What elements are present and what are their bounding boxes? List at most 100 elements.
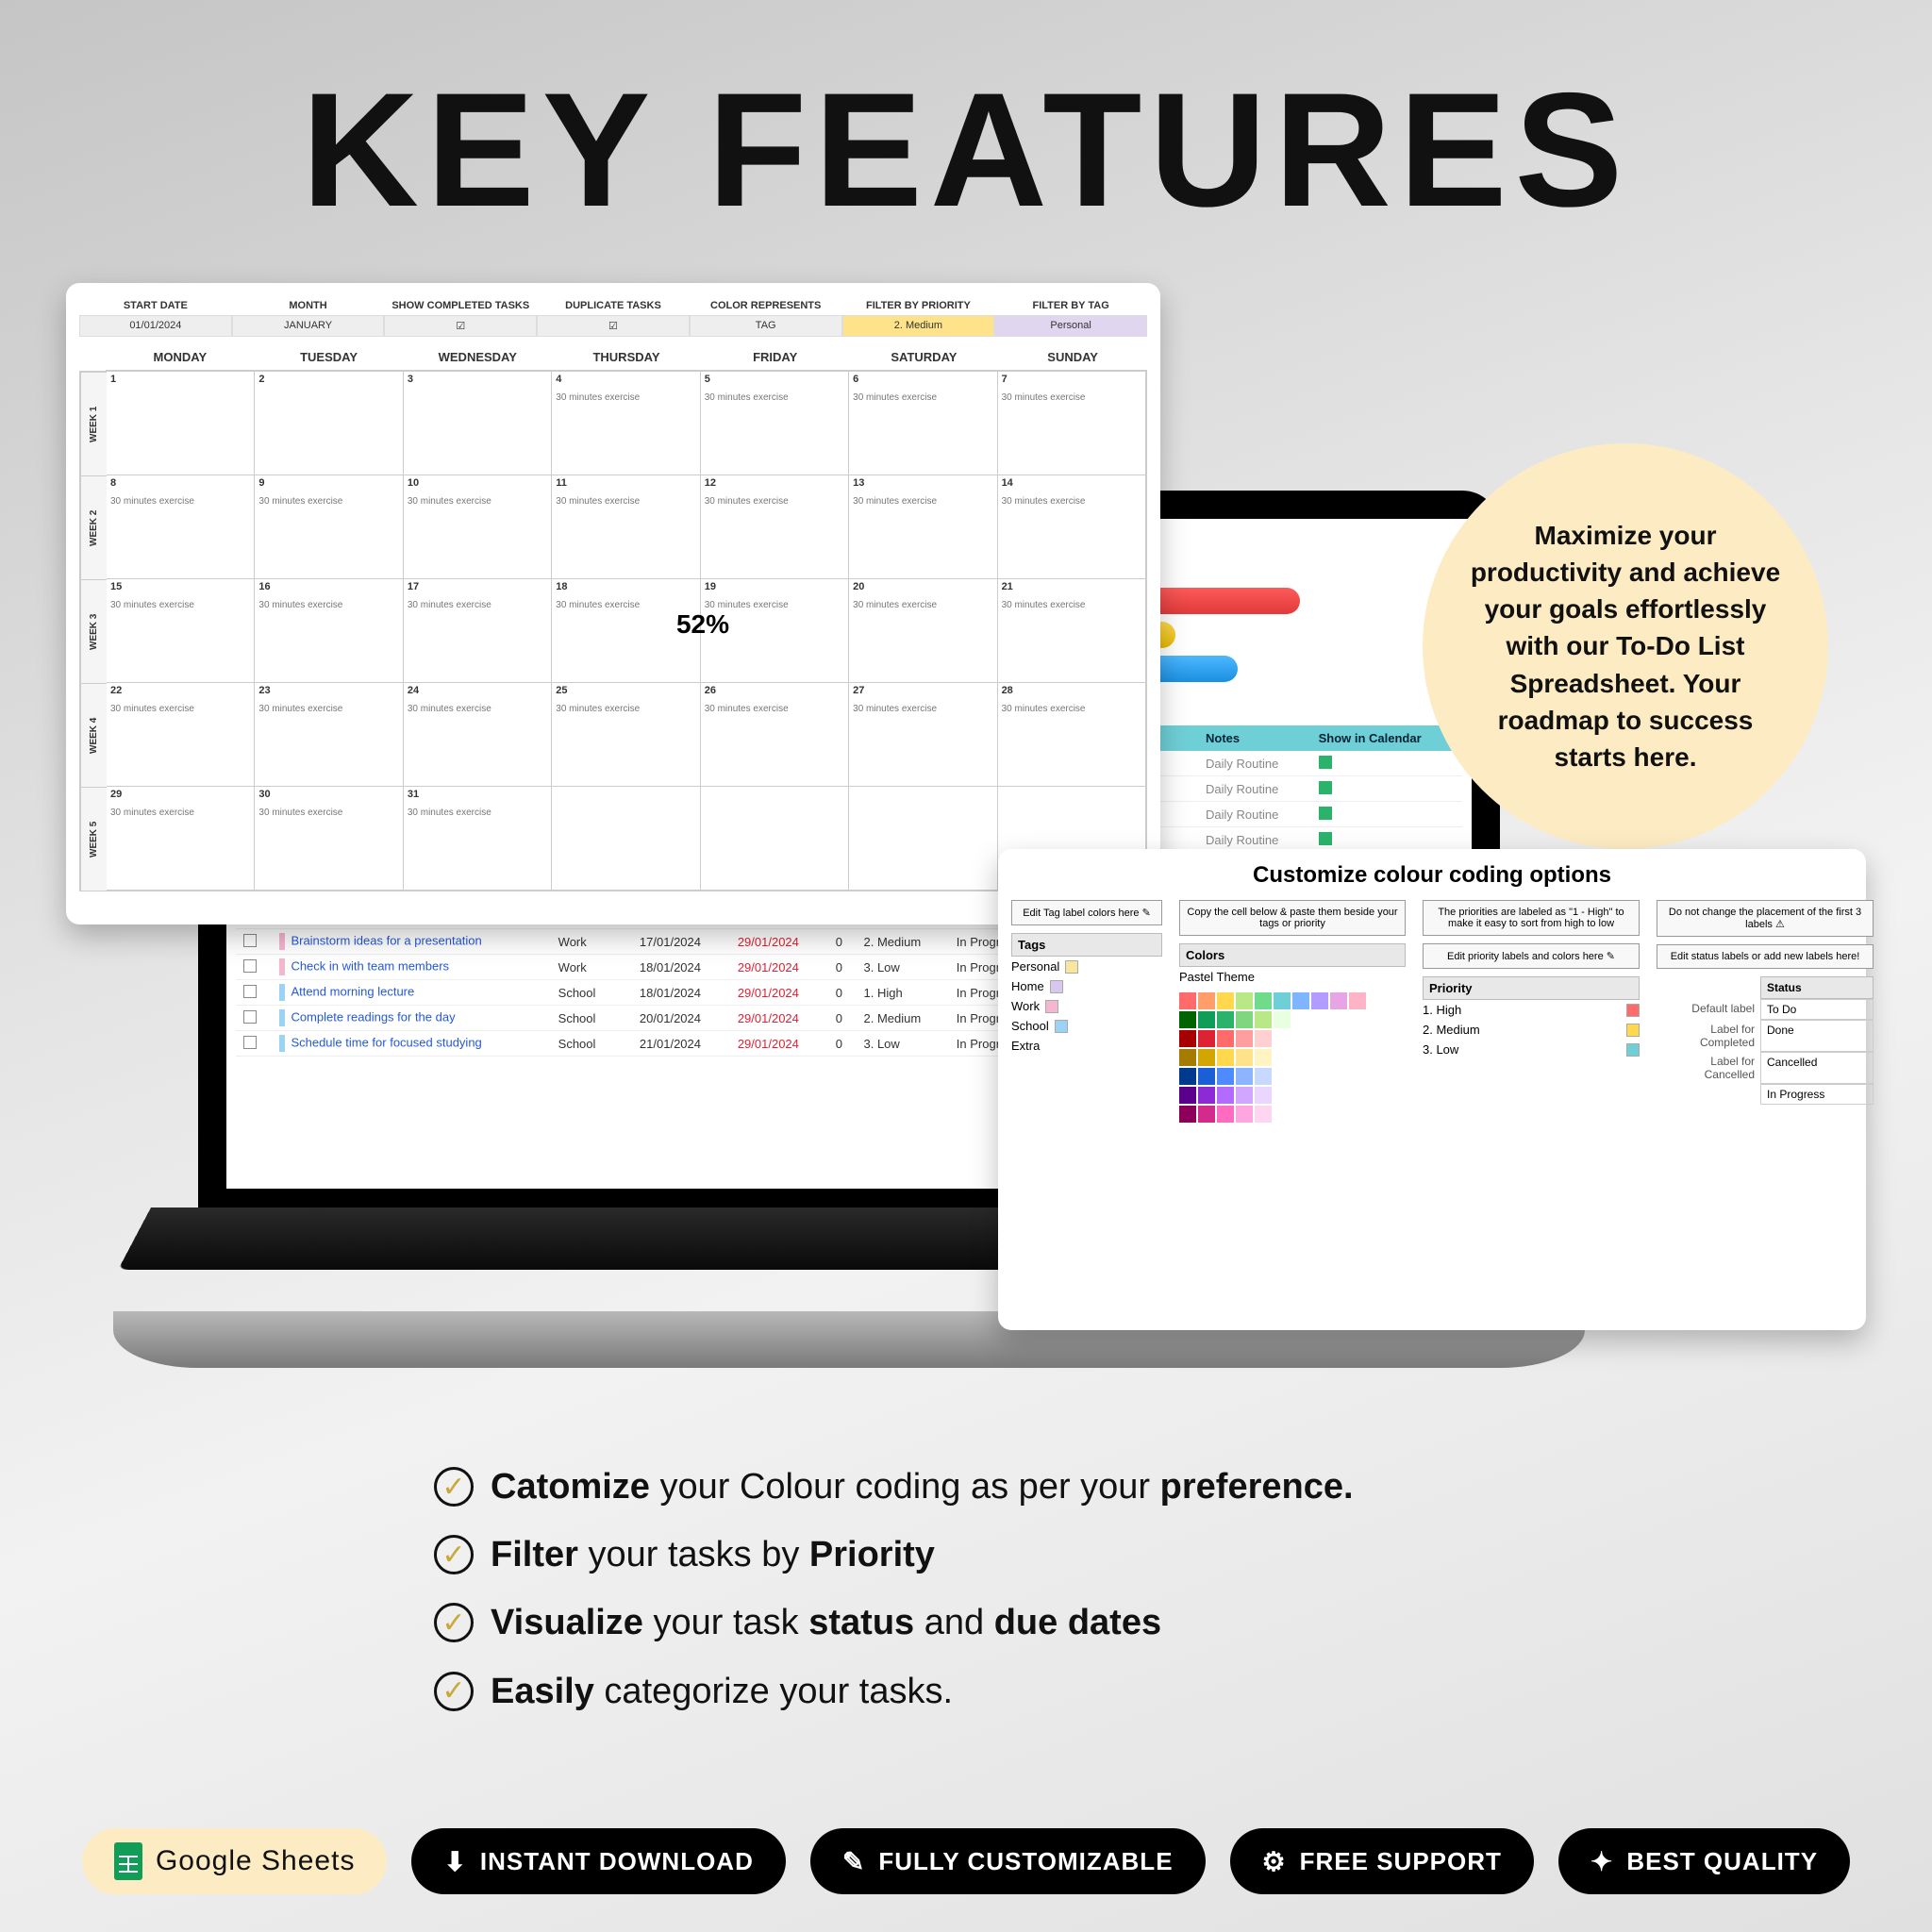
checkbox-icon[interactable] (243, 959, 257, 973)
status-row[interactable]: Label for CancelledCancelled (1657, 1052, 1874, 1084)
calendar-cell[interactable]: 1630 minutes exercise (255, 579, 403, 683)
palette-swatch[interactable] (1311, 992, 1328, 1009)
palette-swatch[interactable] (1179, 1049, 1196, 1066)
palette-swatch[interactable] (1255, 1049, 1272, 1066)
calendar-cell[interactable]: 2330 minutes exercise (255, 683, 403, 787)
calendar-cell[interactable]: 1030 minutes exercise (404, 475, 552, 579)
checkbox-icon[interactable] (1319, 832, 1332, 845)
status-row[interactable]: Label for CompletedDone (1657, 1020, 1874, 1052)
filter-value[interactable]: JANUARY (232, 315, 385, 337)
palette-swatch[interactable] (1255, 1068, 1272, 1085)
checkbox-icon[interactable] (243, 934, 257, 947)
palette-swatch[interactable] (1236, 1011, 1253, 1028)
palette-swatch[interactable] (1179, 1087, 1196, 1104)
palette-swatch[interactable] (1198, 1011, 1215, 1028)
tag-row[interactable]: School (1011, 1016, 1162, 1036)
filter-value[interactable]: 01/01/2024 (79, 315, 232, 337)
checkbox-icon[interactable] (1319, 756, 1332, 769)
palette-swatch[interactable] (1292, 992, 1309, 1009)
priority-row[interactable]: 2. Medium (1423, 1020, 1640, 1040)
checkbox-icon[interactable] (243, 1010, 257, 1024)
palette-swatch[interactable] (1236, 1068, 1253, 1085)
calendar-cell[interactable]: 2430 minutes exercise (404, 683, 552, 787)
calendar-cell[interactable]: 1230 minutes exercise (701, 475, 849, 579)
calendar-cell[interactable]: 1330 minutes exercise (849, 475, 997, 579)
palette-swatch[interactable] (1198, 1087, 1215, 1104)
palette-swatch[interactable] (1217, 1049, 1234, 1066)
calendar-cell[interactable]: 1430 minutes exercise (998, 475, 1146, 579)
palette-swatch[interactable] (1179, 1011, 1196, 1028)
calendar-cell[interactable]: 3030 minutes exercise (255, 787, 403, 891)
calendar-cell[interactable] (552, 787, 700, 891)
calendar-cell[interactable]: 930 minutes exercise (255, 475, 403, 579)
palette-swatch[interactable] (1236, 1049, 1253, 1066)
palette-swatch[interactable] (1179, 1068, 1196, 1085)
calendar-cell[interactable]: 2630 minutes exercise (701, 683, 849, 787)
tag-row[interactable]: Home (1011, 976, 1162, 996)
palette-swatch[interactable] (1217, 1068, 1234, 1085)
calendar-cell[interactable]: 1 (107, 372, 255, 475)
calendar-cell[interactable]: 630 minutes exercise (849, 372, 997, 475)
checkbox-icon[interactable] (1319, 807, 1332, 820)
palette-swatch[interactable] (1198, 1068, 1215, 1085)
filter-value[interactable]: ☑ (537, 315, 690, 337)
palette-swatch[interactable] (1217, 1030, 1234, 1047)
palette-swatch[interactable] (1217, 1011, 1234, 1028)
checkbox-icon[interactable] (243, 985, 257, 998)
calendar-cell[interactable]: 2230 minutes exercise (107, 683, 255, 787)
calendar-cell[interactable]: 2530 minutes exercise (552, 683, 700, 787)
checkbox-icon[interactable] (1319, 781, 1332, 794)
palette-swatch[interactable] (1255, 1030, 1272, 1047)
calendar-cell[interactable]: 2 (255, 372, 403, 475)
palette-swatch[interactable] (1236, 992, 1253, 1009)
palette-swatch[interactable] (1255, 1011, 1272, 1028)
calendar-cell[interactable]: 730 minutes exercise (998, 372, 1146, 475)
palette-swatch[interactable] (1274, 992, 1291, 1009)
palette-swatch[interactable] (1179, 1106, 1196, 1123)
palette-swatch[interactable] (1255, 992, 1272, 1009)
calendar-cell[interactable]: 830 minutes exercise (107, 475, 255, 579)
calendar-cell[interactable] (701, 787, 849, 891)
calendar-cell[interactable]: 530 minutes exercise (701, 372, 849, 475)
palette-swatch[interactable] (1236, 1030, 1253, 1047)
calendar-cell[interactable]: 1730 minutes exercise (404, 579, 552, 683)
calendar-cell[interactable]: 2130 minutes exercise (998, 579, 1146, 683)
palette-swatch[interactable] (1179, 1030, 1196, 1047)
status-row[interactable]: Default labelTo Do (1657, 999, 1874, 1020)
status-row[interactable]: In Progress (1657, 1084, 1874, 1105)
filter-value[interactable]: TAG (690, 315, 842, 337)
palette-swatch[interactable] (1198, 1049, 1215, 1066)
filter-value[interactable]: Personal (994, 315, 1147, 337)
palette-swatch[interactable] (1274, 1011, 1291, 1028)
priority-row[interactable]: 1. High (1423, 1000, 1640, 1020)
calendar-cell[interactable]: 3130 minutes exercise (404, 787, 552, 891)
palette-swatch[interactable] (1236, 1106, 1253, 1123)
calendar-cell[interactable]: 3 (404, 372, 552, 475)
palette-swatch[interactable] (1236, 1087, 1253, 1104)
priority-row[interactable]: 3. Low (1423, 1040, 1640, 1059)
tag-row[interactable]: Personal (1011, 957, 1162, 976)
calendar-cell[interactable]: 1130 minutes exercise (552, 475, 700, 579)
checkbox-icon[interactable] (243, 1036, 257, 1049)
filter-value[interactable]: 2. Medium (842, 315, 995, 337)
calendar-cell[interactable]: 1530 minutes exercise (107, 579, 255, 683)
palette-swatch[interactable] (1255, 1087, 1272, 1104)
filter-value[interactable]: ☑ (384, 315, 537, 337)
palette-swatch[interactable] (1217, 1106, 1234, 1123)
palette-swatch[interactable] (1217, 992, 1234, 1009)
palette-swatch[interactable] (1179, 992, 1196, 1009)
palette-swatch[interactable] (1198, 1106, 1215, 1123)
color-palette[interactable] (1179, 992, 1406, 1123)
palette-swatch[interactable] (1198, 992, 1215, 1009)
calendar-cell[interactable]: 2830 minutes exercise (998, 683, 1146, 787)
calendar-cell[interactable] (849, 787, 997, 891)
tag-row[interactable]: Work (1011, 996, 1162, 1016)
calendar-cell[interactable]: 2730 minutes exercise (849, 683, 997, 787)
palette-swatch[interactable] (1217, 1087, 1234, 1104)
calendar-cell[interactable]: 2930 minutes exercise (107, 787, 255, 891)
calendar-cell[interactable]: 430 minutes exercise (552, 372, 700, 475)
calendar-cell[interactable]: 2030 minutes exercise (849, 579, 997, 683)
palette-swatch[interactable] (1198, 1030, 1215, 1047)
palette-swatch[interactable] (1330, 992, 1347, 1009)
palette-swatch[interactable] (1255, 1106, 1272, 1123)
